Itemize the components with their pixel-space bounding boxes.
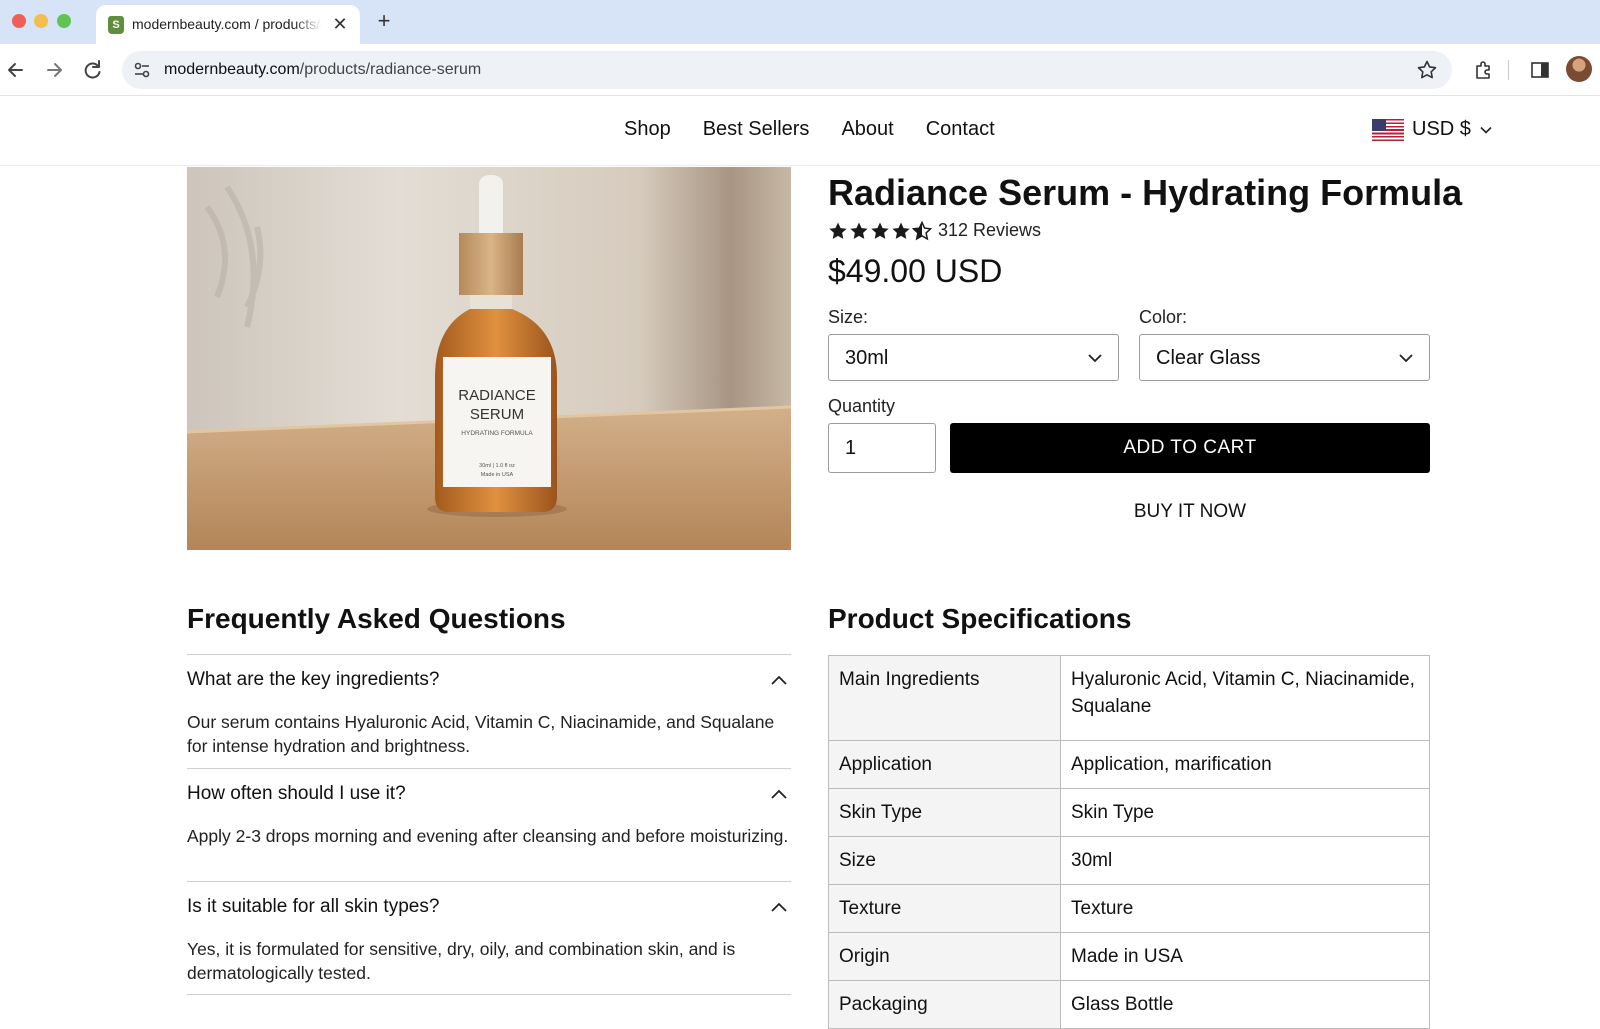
side-panel-icon[interactable] [1528,58,1552,82]
star-icon [850,222,868,239]
star-icon [829,222,847,239]
toolbar-separator [1508,60,1509,80]
star-rating [828,220,932,241]
table-row: Skin Type Skin Type [828,788,1430,837]
spec-key: Main Ingredients [828,655,1061,741]
bottle-label-line4: 30ml | 1.0 fl oz [479,463,515,469]
spec-key: Skin Type [828,788,1061,837]
profile-avatar[interactable] [1566,56,1592,82]
spec-value: Texture [1060,884,1430,933]
faq-item: How often should I use it? Apply 2-3 dro… [187,768,791,881]
bookmark-star-icon[interactable] [1416,59,1438,81]
color-select[interactable]: Clear Glass [1139,334,1430,381]
review-count[interactable]: 312 Reviews [938,220,1041,241]
table-row: Main Ingredients Hyaluronic Acid, Vitami… [828,655,1430,741]
reload-icon[interactable] [78,56,106,84]
spec-key: Origin [828,932,1061,981]
browser-tab-strip: S modernbeauty.com / products/radiance-s… [0,0,1600,44]
browser-toolbar: modernbeauty.com/products/radiance-serum [0,44,1600,96]
back-icon[interactable] [2,56,30,84]
star-half-icon [912,220,932,240]
chevron-up-icon[interactable] [769,671,789,691]
bottle-label-line2: SERUM [470,406,524,423]
shopify-favicon-icon: S [108,16,124,34]
spec-value: Skin Type [1060,788,1430,837]
star-icon [871,222,889,239]
table-row: Origin Made in USA [828,932,1430,981]
browser-tab-active[interactable]: S modernbeauty.com / products/radiance-s… [96,5,360,44]
faq-item: What are the key ingredients? Our serum … [187,654,791,768]
product-price: $49.00 USD [828,253,1003,289]
spec-key: Packaging [828,980,1061,1029]
spec-key: Texture [828,884,1061,933]
close-window-button[interactable] [12,14,26,28]
quantity-field[interactable] [828,423,936,473]
size-select[interactable]: 30ml [828,334,1119,381]
site-header: Shop Best Sellers About Contact USD $ [0,96,1600,166]
table-row: Application Application, marification [828,740,1430,789]
table-row: Packaging Glass Bottle [828,980,1430,1029]
table-row: Size 30ml [828,836,1430,885]
product-title: Radiance Serum - Hydrating Formula [828,172,1463,213]
nav-contact[interactable]: Contact [926,118,995,141]
faq-heading: Frequently Asked Questions [187,603,566,634]
add-to-cart-button[interactable]: ADD TO CART [950,423,1430,473]
faq-answer: Yes, it is formulated for sensitive, dry… [187,939,736,983]
faq-answer: Apply 2-3 drops morning and evening afte… [187,826,789,846]
address-bar[interactable]: modernbeauty.com/products/radiance-serum [122,51,1452,89]
spec-value: Made in USA [1060,932,1430,981]
site-settings-icon[interactable] [132,60,152,80]
currency-selector[interactable]: USD $ [1372,118,1493,141]
tab-title: modernbeauty.com / products/radiance-ser… [132,16,322,32]
spec-key: Size [828,836,1061,885]
chevron-down-icon [1088,354,1102,363]
spec-value: Application, marification [1060,740,1430,789]
maximize-window-button[interactable] [57,14,71,28]
spec-value: 30ml [1060,836,1430,885]
tab-close-icon[interactable]: ✕ [330,13,350,35]
chevron-up-icon[interactable] [769,898,789,918]
url-text: modernbeauty.com/products/radiance-serum [164,61,482,78]
faq-question[interactable]: Is it suitable for all skin types? [187,896,439,918]
rating[interactable]: 312 Reviews [828,220,1041,241]
size-label: Size: [828,307,869,327]
table-row: Texture Texture [828,884,1430,933]
specs-heading: Product Specifications [828,603,1132,634]
main-nav: Shop Best Sellers About Contact [624,118,995,141]
nav-best-sellers[interactable]: Best Sellers [703,118,810,141]
chevron-up-icon[interactable] [769,785,789,805]
spec-value: Glass Bottle [1060,980,1430,1029]
faq-divider [187,994,791,995]
spec-value: Hyaluronic Acid, Vitamin C, Niacinamide,… [1060,655,1430,741]
forward-icon[interactable] [40,56,68,84]
new-tab-button[interactable]: + [372,8,396,34]
faq-item: Is it suitable for all skin types? Yes, … [187,881,791,994]
us-flag-icon [1372,118,1404,141]
color-label: Color: [1139,307,1188,327]
minimize-window-button[interactable] [34,14,48,28]
bottle-label-line1: RADIANCE [458,387,536,404]
nav-about[interactable]: About [841,118,893,141]
product-image[interactable]: RADIANCE SERUM HYDRATING FORMULA 30ml | … [187,167,791,550]
bottle-label-line3: HYDRATING FORMULA [461,430,533,437]
quantity-input[interactable] [829,424,935,472]
size-value: 30ml [845,347,889,369]
bottle-label-line5: Made in USA [481,472,514,478]
chevron-down-icon [1399,354,1413,363]
extensions-icon[interactable] [1472,58,1496,82]
quantity-label: Quantity [828,396,896,416]
spec-key: Application [828,740,1061,789]
color-value: Clear Glass [1156,347,1261,369]
chevron-down-icon [1480,126,1492,134]
faq-question[interactable]: How often should I use it? [187,783,406,805]
star-icon [892,222,910,239]
nav-shop[interactable]: Shop [624,118,671,141]
faq-answer: Our serum contains Hyaluronic Acid, Vita… [187,712,775,756]
buy-it-now-button[interactable]: BUY IT NOW [950,496,1430,528]
specs-table: Main Ingredients Hyaluronic Acid, Vitami… [828,655,1430,1029]
currency-label: USD $ [1412,118,1471,140]
faq-question[interactable]: What are the key ingredients? [187,669,439,691]
